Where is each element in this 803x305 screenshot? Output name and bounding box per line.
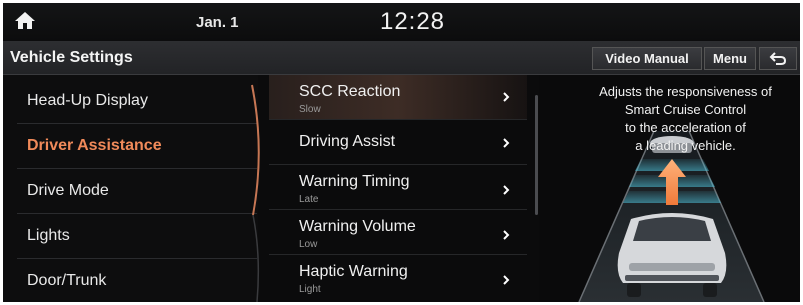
option-label: Driving Assist [299,133,396,150]
menu-divider-curve [251,84,260,302]
option-warning-timing[interactable]: Warning Timing Late [269,165,527,210]
sidebar-item-driver-assistance[interactable]: Driver Assistance [17,124,257,169]
chevron-right-icon [503,275,510,285]
sidebar-item-door-trunk[interactable]: Door/Trunk [17,259,257,302]
video-manual-button[interactable]: Video Manual [592,47,702,70]
sidebar-item-lights[interactable]: Lights [17,214,257,259]
option-driving-assist[interactable]: Driving Assist [269,120,527,165]
option-label: Warning Volume [299,218,416,235]
list-scrollbar[interactable] [535,95,538,215]
sidebar-item-drive-mode[interactable]: Drive Mode [17,169,257,214]
option-value: Slow [299,104,321,115]
description-text: Adjusts the responsiveness of Smart Crui… [575,83,796,155]
option-value: Low [299,239,318,250]
description-line: a leading vehicle. [635,138,736,153]
chevron-right-icon [503,138,510,148]
driver-assistance-options: SCC Reaction Slow Driving Assist Warning… [269,75,539,302]
title-bar: Vehicle Settings Video Manual Menu [3,41,800,75]
option-label: Haptic Warning [299,263,408,280]
chevron-right-icon [503,230,510,240]
option-label: SCC Reaction [299,83,401,100]
option-value: Late [299,194,319,205]
description-line: Smart Cruise Control [624,102,747,117]
infotainment-screen: Jan. 1 12:28 Vehicle Settings Video Manu… [3,3,800,302]
page-title: Vehicle Settings [10,49,133,66]
description-line: Adjusts the responsiveness of [599,84,772,99]
sidebar-item-head-up-display[interactable]: Head-Up Display [17,79,257,124]
option-haptic-warning[interactable]: Haptic Warning Light [269,255,527,300]
description-line: to the acceleration of [625,120,746,135]
menu-button[interactable]: Menu [704,47,756,70]
back-button[interactable] [759,47,797,70]
clock-display: 12:28 [379,8,446,35]
status-bar: Jan. 1 12:28 [3,3,800,41]
option-warning-volume[interactable]: Warning Volume Low [269,210,527,255]
option-label: Warning Timing [299,173,410,190]
option-scc-reaction[interactable]: SCC Reaction Slow [269,75,527,120]
chevron-right-icon [503,185,510,195]
settings-category-list: Head-Up Display Driver Assistance Drive … [3,75,258,302]
back-arrow-icon [769,52,787,65]
option-value: Light [299,284,321,295]
chevron-right-icon [503,92,510,102]
